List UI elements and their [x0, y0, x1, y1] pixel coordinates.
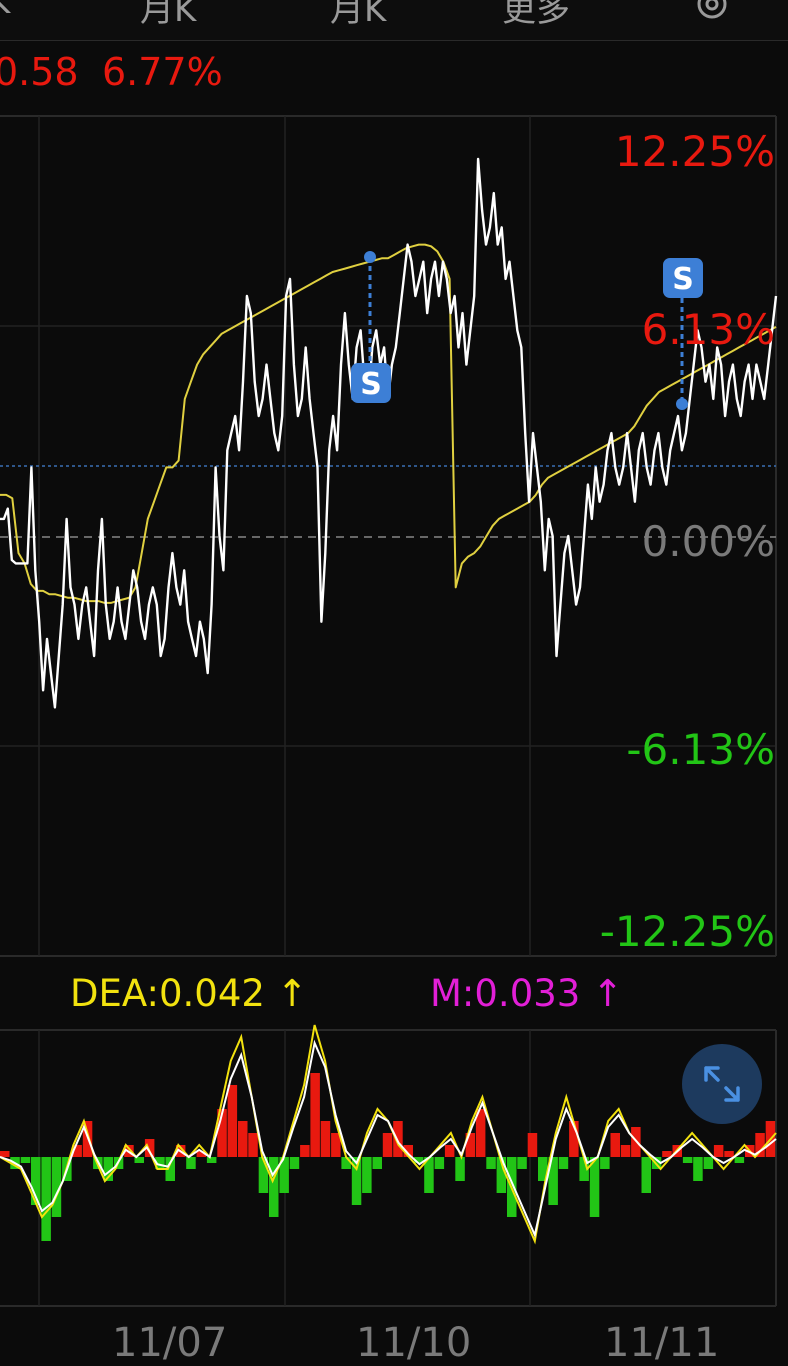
macd-bar — [486, 1157, 496, 1169]
axis-label-upper: 6.13% — [641, 305, 775, 354]
sell-marker-2[interactable]: S — [663, 258, 703, 298]
macd-bar — [641, 1157, 651, 1193]
date-label-2: 11/10 — [356, 1320, 472, 1366]
macd-bar — [444, 1145, 455, 1157]
m-value: M:0.033 ↑ — [430, 972, 624, 1015]
sell-marker-1[interactable]: S — [351, 363, 391, 403]
macd-bar — [558, 1157, 569, 1169]
macd-bar — [662, 1151, 672, 1157]
dea-value: DEA:0.042 ↑ — [70, 972, 308, 1015]
macd-bar — [20, 1157, 31, 1163]
macd-bar — [393, 1121, 403, 1157]
macd-bar — [382, 1133, 393, 1157]
macd-histogram — [0, 1073, 776, 1241]
macd-bar — [227, 1085, 238, 1157]
macd-bar — [527, 1133, 538, 1157]
macd-bar — [186, 1157, 196, 1169]
macd-bar — [269, 1157, 279, 1217]
axis-label-lower: -6.13% — [626, 725, 775, 774]
macd-bar — [362, 1157, 372, 1193]
date-label-1: 11/07 — [112, 1320, 228, 1366]
axis-label-bottom: -12.25% — [599, 907, 775, 956]
price-line — [0, 157, 778, 709]
macd-legend: DEA:0.042 ↑ M:0.033 ↑ — [0, 972, 788, 1020]
macd-bar — [703, 1157, 714, 1169]
macd-bar — [300, 1145, 310, 1157]
macd-bar — [238, 1121, 248, 1157]
expand-button[interactable] — [682, 1044, 762, 1124]
macd-bar — [206, 1157, 217, 1163]
price-lines — [0, 157, 778, 709]
macd-bar — [517, 1157, 527, 1169]
macd-bar — [734, 1157, 745, 1163]
macd-bar — [724, 1151, 734, 1157]
macd-bar — [341, 1157, 351, 1169]
macd-bar — [682, 1157, 693, 1163]
axis-label-zero: 0.00% — [641, 517, 775, 566]
macd-bar — [41, 1157, 51, 1241]
macd-bar — [610, 1133, 620, 1157]
macd-bar — [0, 1151, 10, 1157]
macd-bar — [589, 1157, 600, 1217]
macd-bar — [320, 1121, 331, 1157]
macd-bar — [372, 1157, 382, 1169]
axis-label-top: 12.25% — [614, 127, 775, 176]
macd-bar — [600, 1157, 610, 1169]
svg-text:S: S — [360, 367, 382, 402]
macd-bar — [434, 1157, 445, 1169]
date-label-3: 11/11 — [604, 1320, 720, 1366]
expand-icon — [704, 1066, 740, 1102]
macd-bar — [455, 1157, 465, 1181]
svg-text:S: S — [672, 262, 694, 297]
macd-bar — [693, 1157, 703, 1181]
chart-canvas: S S — [0, 115, 778, 1307]
macd-bar — [310, 1073, 320, 1157]
macd-bar — [713, 1145, 724, 1157]
macd-bar — [248, 1133, 258, 1157]
macd-bar — [620, 1145, 631, 1157]
macd-bar — [289, 1157, 300, 1169]
